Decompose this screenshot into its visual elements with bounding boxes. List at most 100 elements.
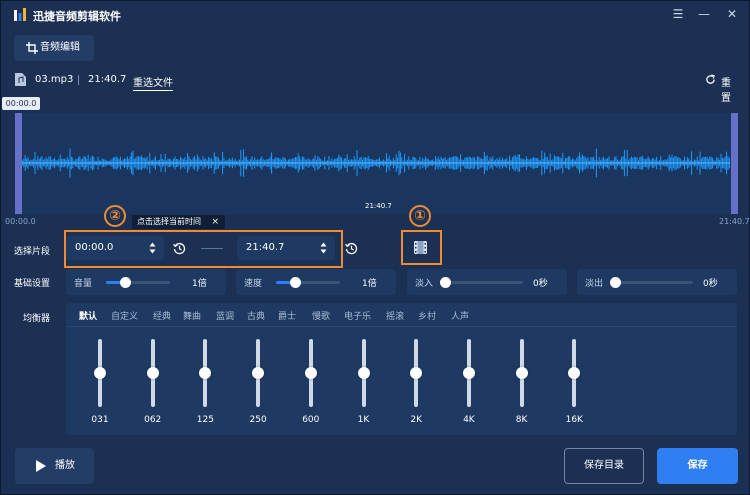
eq-preset-tab[interactable]: 慢歌 xyxy=(312,309,330,322)
fade-in-slider[interactable] xyxy=(440,277,523,288)
cursor-time-label: 21:40.7 xyxy=(365,202,392,210)
menu-icon[interactable]: ☰ xyxy=(671,7,685,21)
eq-preset-tab[interactable]: 爵士 xyxy=(278,309,296,322)
divider xyxy=(66,326,737,327)
current-time-tag: 00:00.0 xyxy=(2,97,40,110)
history-icon[interactable] xyxy=(345,242,358,255)
fade-out-slider-knob[interactable] xyxy=(610,277,621,288)
eq-band-knob[interactable] xyxy=(252,367,265,379)
minimize-icon[interactable]: — xyxy=(697,7,711,21)
speed-value: 1倍 xyxy=(362,279,377,289)
eq-band-frequency: 250 xyxy=(249,415,267,425)
close-icon[interactable]: ✕ xyxy=(725,7,739,21)
reset-icon xyxy=(706,74,715,84)
eq-band-frequency: 16K xyxy=(565,415,583,425)
volume-label: 音量 xyxy=(74,279,93,289)
save-button[interactable]: 保存 xyxy=(657,448,738,484)
segment-label: 选择片段 xyxy=(14,247,51,257)
reset-label: 重置 xyxy=(721,78,731,104)
eq-band-knob[interactable] xyxy=(568,367,581,379)
eq-band-frequency: 2K xyxy=(410,415,422,425)
eq-preset-tab[interactable]: 蓝调 xyxy=(216,309,234,322)
eq-preset-tab[interactable]: 电子乐 xyxy=(344,309,371,322)
fade-in-setting: 淡入 0秒 xyxy=(407,269,567,295)
eq-band-knob[interactable] xyxy=(94,367,106,379)
eq-band: 062 xyxy=(138,339,168,429)
eq-band-frequency: 1K xyxy=(357,415,370,425)
reset-button[interactable]: 重置 xyxy=(705,74,735,104)
eq-band-knob[interactable] xyxy=(515,367,528,379)
spinner-icon[interactable] xyxy=(149,241,156,255)
fade-out-value: 0秒 xyxy=(703,279,718,289)
tab-audio-edit[interactable]: 音频编辑 xyxy=(14,35,94,61)
volume-slider[interactable] xyxy=(106,277,170,288)
timeline-start-label: 00:00.0 xyxy=(5,217,36,226)
eq-band-frequency: 4K xyxy=(463,415,475,425)
annotation-marker-1: ① xyxy=(409,205,431,227)
save-directory-button[interactable]: 保存目录 xyxy=(564,448,644,484)
crop-icon xyxy=(26,42,38,54)
speed-slider[interactable] xyxy=(276,277,340,288)
app-title: 迅捷音频剪辑软件 xyxy=(33,10,121,23)
volume-setting: 音量 1倍 xyxy=(66,269,226,295)
volume-slider-knob[interactable] xyxy=(120,277,132,288)
film-split-icon[interactable] xyxy=(412,239,429,256)
eq-band-knob[interactable] xyxy=(146,367,159,379)
file-name: 03.mp3 xyxy=(35,74,74,85)
eq-preset-tab[interactable]: 经典 xyxy=(153,309,171,322)
trim-handle-end[interactable] xyxy=(731,113,738,214)
history-icon[interactable] xyxy=(173,242,186,255)
fade-in-value: 0秒 xyxy=(533,279,548,289)
segment-start-input[interactable]: 00:00.0 xyxy=(66,236,164,260)
eq-band-frequency: 600 xyxy=(302,415,320,425)
eq-band-knob[interactable] xyxy=(410,367,423,379)
eq-band-frequency: 8K xyxy=(515,415,528,425)
eq-band-knob[interactable] xyxy=(199,367,212,379)
fade-in-slider-knob[interactable] xyxy=(440,277,451,288)
eq-preset-tab[interactable]: 自定义 xyxy=(111,309,138,322)
spinner-icon[interactable] xyxy=(320,241,327,255)
eq-preset-tab[interactable]: 古典 xyxy=(247,309,265,322)
volume-value: 1倍 xyxy=(192,279,207,289)
tab-label: 音频编辑 xyxy=(40,42,80,53)
eq-preset-tab[interactable]: 舞曲 xyxy=(183,309,201,322)
tooltip-close-icon[interactable]: × xyxy=(211,215,219,229)
trim-handle-start[interactable] xyxy=(15,113,22,214)
divider xyxy=(78,75,79,85)
eq-band-knob[interactable] xyxy=(304,367,317,379)
eq-preset-tab[interactable]: 默认 xyxy=(79,309,97,322)
segment-end-input[interactable]: 21:40.7 xyxy=(237,236,335,260)
eq-band: 031 xyxy=(85,339,115,429)
tooltip-text: 点击选择当前时间 xyxy=(137,217,201,226)
play-button[interactable]: 播放 xyxy=(15,448,94,484)
eq-band-knob[interactable] xyxy=(357,367,370,379)
speed-label: 速度 xyxy=(244,279,263,289)
tooltip: 点击选择当前时间 × xyxy=(132,215,225,229)
eq-preset-tab[interactable]: 摇滚 xyxy=(386,309,404,322)
fade-in-label: 淡入 xyxy=(415,279,434,289)
file-duration: 21:40.7 xyxy=(88,74,127,85)
eq-band-knob[interactable] xyxy=(462,367,475,379)
eq-band: 8K xyxy=(507,339,537,429)
audio-file-icon xyxy=(15,73,26,86)
eq-preset-tab[interactable]: 人声 xyxy=(451,309,469,322)
annotation-marker-2: ② xyxy=(104,205,126,227)
eq-band: 125 xyxy=(190,339,220,429)
eq-band: 1K xyxy=(349,339,379,429)
eq-preset-tab[interactable]: 乡村 xyxy=(418,309,436,322)
fade-out-slider[interactable] xyxy=(610,277,693,288)
app-window: 迅捷音频剪辑软件 ☰ — ✕ 音频编辑 03.mp3 21:40.7 重选文件 … xyxy=(0,0,750,495)
fade-out-setting: 淡出 0秒 xyxy=(577,269,737,295)
basic-settings-label: 基础设置 xyxy=(14,279,51,289)
speed-setting: 速度 1倍 xyxy=(236,269,396,295)
eq-band: 600 xyxy=(296,339,326,429)
reselect-file-link[interactable]: 重选文件 xyxy=(133,74,173,91)
eq-band: 16K xyxy=(559,339,589,429)
waveform xyxy=(20,148,730,178)
equalizer-label: 均衡器 xyxy=(23,314,51,324)
speed-slider-knob[interactable] xyxy=(290,277,302,288)
file-info-row: 03.mp3 21:40.7 重选文件 重置 xyxy=(15,71,735,104)
eq-band-frequency: 062 xyxy=(144,415,162,425)
app-logo-icon xyxy=(14,8,26,21)
fade-out-label: 淡出 xyxy=(585,279,604,289)
